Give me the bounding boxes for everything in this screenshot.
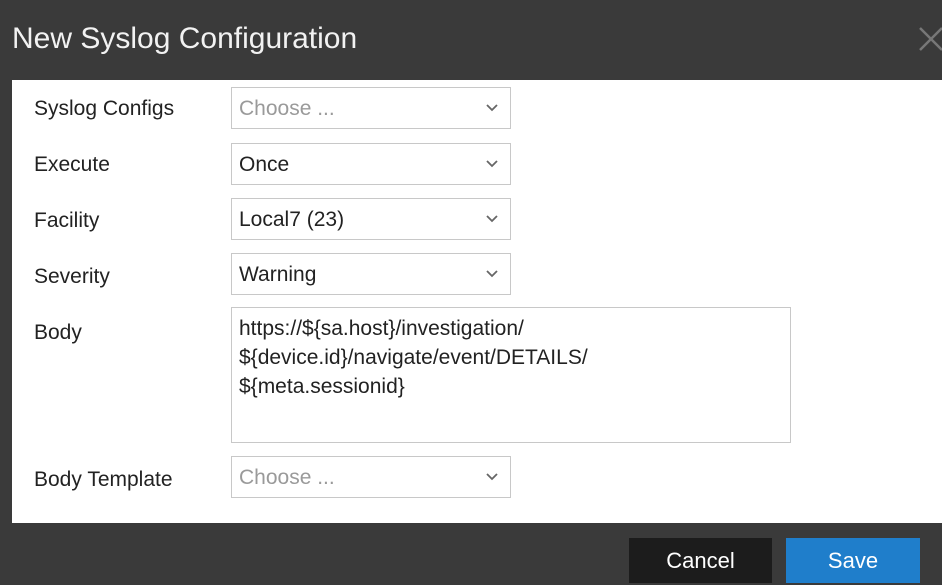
cancel-button[interactable]: Cancel (629, 538, 772, 583)
severity-value: Warning (239, 263, 317, 286)
facility-value: Local7 (23) (239, 208, 345, 231)
body-textarea[interactable]: https://${sa.host}/investigation/ ${devi… (231, 307, 791, 443)
save-button[interactable]: Save (786, 538, 920, 583)
chevron-down-icon (486, 160, 498, 168)
chevron-down-icon (486, 270, 498, 278)
execute-label: Execute (34, 153, 110, 176)
body-template-placeholder: Choose ... (239, 466, 335, 489)
severity-label: Severity (34, 265, 110, 288)
chevron-down-icon (486, 215, 498, 223)
body-text-line: https://${sa.host}/investigation/ (239, 317, 524, 340)
syslog-configs-placeholder: Choose ... (239, 97, 335, 120)
chevron-down-icon (486, 473, 498, 481)
body-text-line: ${device.id}/navigate/event/DETAILS/ (239, 346, 588, 369)
body-text-line: ${meta.sessionid} (239, 375, 405, 398)
syslog-configs-label: Syslog Configs (34, 97, 175, 120)
body-template-label: Body Template (34, 468, 173, 491)
dialog-title: New Syslog Configuration (12, 22, 358, 55)
severity-select[interactable]: Warning (231, 253, 511, 295)
execute-select[interactable]: Once (231, 143, 511, 185)
chevron-down-icon (486, 104, 498, 112)
execute-value: Once (239, 153, 290, 176)
body-template-select[interactable]: Choose ... (231, 456, 511, 498)
body-label: Body (34, 321, 82, 344)
syslog-config-dialog: New Syslog Configuration Syslog Configs … (0, 0, 942, 585)
form-panel: Syslog Configs Choose ... Execute Once F… (12, 80, 942, 523)
facility-label: Facility (34, 209, 100, 232)
facility-select[interactable]: Local7 (23) (231, 198, 511, 240)
dialog-titlebar: New Syslog Configuration (0, 0, 942, 80)
close-icon[interactable] (916, 24, 942, 54)
syslog-configs-select[interactable]: Choose ... (231, 87, 511, 129)
